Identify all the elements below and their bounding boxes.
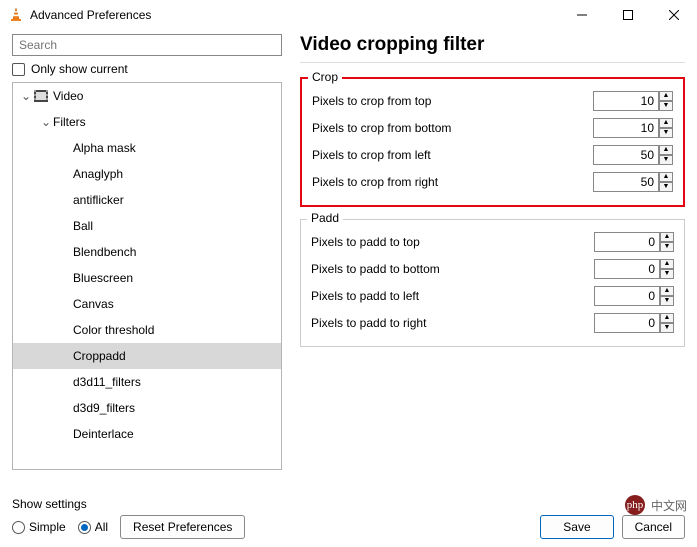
tree-item[interactable]: d3d9_filters [13,395,281,421]
tree-item[interactable]: Blendbench [13,239,281,265]
vlc-cone-icon [8,7,24,23]
tree-item-label: Canvas [73,297,114,311]
field-label: Pixels to crop from bottom [312,121,593,135]
cancel-button[interactable]: Cancel [622,515,685,539]
field-label: Pixels to padd to right [311,316,594,330]
show-settings-label: Show settings [12,497,245,511]
page-title: Video cropping filter [300,34,685,56]
field-label: Pixels to crop from right [312,175,593,189]
padd-row: Pixels to padd to right ▲▼ [311,309,674,336]
crop-input[interactable] [593,91,659,111]
tree-item-label: Blendbench [73,245,136,259]
spin-down-button[interactable]: ▼ [660,296,674,306]
field-label: Pixels to crop from left [312,148,593,162]
watermark-text: 中文网 [651,497,687,514]
watermark: php 中文网 [625,495,687,515]
spin-up-button[interactable]: ▲ [660,313,674,323]
radio-simple[interactable] [12,521,25,534]
tree-item[interactable]: Color threshold [13,317,281,343]
tree-item-label: d3d11_filters [73,375,141,389]
padd-input[interactable] [594,232,660,252]
search-input[interactable] [12,34,282,56]
crop-group: Crop Pixels to crop from top▲▼Pixels to … [300,77,685,207]
tree-item[interactable]: Anaglyph [13,161,281,187]
tree-item-label: Color threshold [73,323,154,337]
tree-item-label: Alpha mask [73,141,136,155]
padd-group: Padd Pixels to padd to top▲▼Pixels to pa… [300,219,685,347]
crop-row: Pixels to crop from bottom ▲▼ [312,114,673,141]
tree-item-filters[interactable]: ⌄ Filters [13,109,281,135]
window-title: Advanced Preferences [30,8,151,22]
spin-up-button[interactable]: ▲ [659,91,673,101]
padd-input[interactable] [594,313,660,333]
group-legend: Crop [308,70,342,84]
tree-item[interactable]: antiflicker [13,187,281,213]
tree-item-video[interactable]: ⌄ Video [13,83,281,109]
minimize-button[interactable] [559,0,605,30]
watermark-logo-icon: php [625,495,645,515]
tree-item[interactable]: Canvas [13,291,281,317]
crop-input[interactable] [593,118,659,138]
crop-input[interactable] [593,145,659,165]
spin-down-button[interactable]: ▼ [660,242,674,252]
chevron-down-icon: ⌄ [19,89,33,103]
tree-item-label: Video [53,89,83,103]
spin-down-button[interactable]: ▼ [659,182,673,192]
crop-row: Pixels to crop from left ▲▼ [312,141,673,168]
tree-item[interactable]: Croppadd [13,343,281,369]
tree-item-label: Bluescreen [73,271,133,285]
padd-row: Pixels to padd to top ▲▼ [311,228,674,255]
tree-item[interactable]: Bluescreen [13,265,281,291]
preferences-tree[interactable]: ⌄ Video ⌄ Filters Alpha mask Anaglyph anti… [12,82,282,470]
spin-up-button[interactable]: ▲ [659,172,673,182]
field-label: Pixels to padd to bottom [311,262,594,276]
tree-item-label: Filters [53,115,86,129]
film-icon [33,89,49,103]
tree-item-label: antiflicker [73,193,124,207]
field-label: Pixels to padd to left [311,289,594,303]
chevron-down-icon: ⌄ [39,115,53,129]
spin-up-button[interactable]: ▲ [660,286,674,296]
spin-up-button[interactable]: ▲ [659,118,673,128]
field-label: Pixels to crop from top [312,94,593,108]
tree-item-label: Deinterlace [73,427,134,441]
tree-item-label: Ball [73,219,93,233]
field-label: Pixels to padd to top [311,235,594,249]
titlebar: Advanced Preferences [0,0,697,30]
tree-item[interactable]: Alpha mask [13,135,281,161]
padd-input[interactable] [594,286,660,306]
spin-up-button[interactable]: ▲ [660,232,674,242]
tree-item[interactable]: d3d11_filters [13,369,281,395]
group-legend: Padd [307,211,343,225]
spin-down-button[interactable]: ▼ [660,269,674,279]
save-button[interactable]: Save [540,515,613,539]
only-show-current-checkbox[interactable] [12,63,25,76]
tree-item-label: Anaglyph [73,167,123,181]
crop-row: Pixels to crop from right ▲▼ [312,168,673,195]
tree-item[interactable]: Deinterlace [13,421,281,447]
radio-all[interactable] [78,521,91,534]
padd-row: Pixels to padd to bottom ▲▼ [311,255,674,282]
tree-item-label: d3d9_filters [73,401,135,415]
padd-input[interactable] [594,259,660,279]
spin-down-button[interactable]: ▼ [659,128,673,138]
radio-all-label: All [95,520,108,534]
padd-row: Pixels to padd to left ▲▼ [311,282,674,309]
spin-down-button[interactable]: ▼ [660,323,674,333]
close-button[interactable] [651,0,697,30]
tree-item-label: Croppadd [73,349,126,363]
spin-up-button[interactable]: ▲ [659,145,673,155]
spin-up-button[interactable]: ▲ [660,259,674,269]
tree-item[interactable]: Ball [13,213,281,239]
crop-row: Pixels to crop from top ▲▼ [312,87,673,114]
reset-preferences-button[interactable]: Reset Preferences [120,515,245,539]
only-show-current-label: Only show current [31,62,128,76]
maximize-button[interactable] [605,0,651,30]
crop-input[interactable] [593,172,659,192]
spin-down-button[interactable]: ▼ [659,101,673,111]
spin-down-button[interactable]: ▼ [659,155,673,165]
radio-simple-label: Simple [29,520,66,534]
